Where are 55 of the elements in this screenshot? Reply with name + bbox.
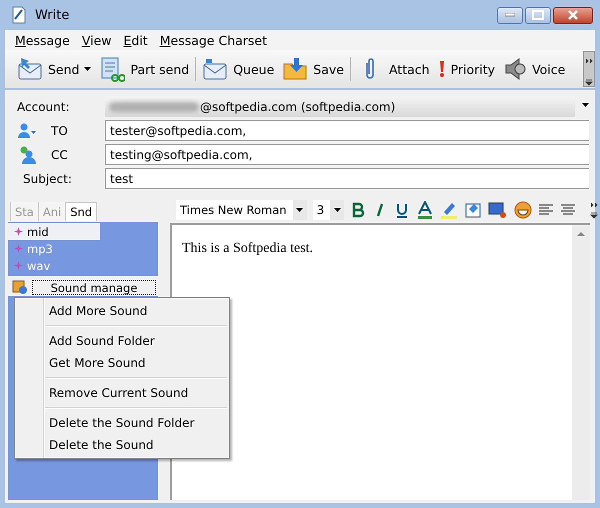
to-field[interactable]: tester@softpedia.com, [105, 120, 589, 141]
toolbar-overflow-button[interactable] [583, 51, 595, 87]
menu-item[interactable]: View [76, 32, 118, 48]
minimize-button[interactable] [497, 6, 523, 24]
field-label: Subject: [23, 172, 72, 186]
toolbar-button[interactable]: Priority [434, 52, 500, 86]
toolbar-button[interactable]: Send [13, 52, 96, 86]
overflow-arrows-icon [584, 56, 594, 86]
monitor-icon[interactable] [488, 201, 508, 219]
folder-arrow-icon [282, 56, 308, 82]
toolbar-button[interactable]: Part send [95, 52, 194, 86]
maximize-icon [532, 10, 544, 20]
minimize-icon [505, 13, 515, 17]
scroll-up-icon[interactable] [577, 231, 585, 236]
vertical-scrollbar[interactable] [572, 225, 590, 500]
exclamation-icon [438, 60, 446, 78]
envelope-icon [17, 56, 43, 82]
menu-item[interactable]: Edit [117, 32, 154, 48]
toolbar-button[interactable]: Save [278, 52, 348, 86]
highlighter-icon[interactable] [440, 201, 458, 219]
close-icon [567, 10, 579, 20]
speaker-icon [503, 57, 528, 81]
sound-manage-button[interactable]: Sound manage [32, 280, 156, 294]
bold-icon[interactable] [350, 202, 366, 218]
smiley-icon[interactable] [514, 201, 532, 219]
menu-item[interactable]: Message Charset [154, 32, 274, 48]
toolbar-button[interactable]: Attach [358, 52, 434, 86]
person-icon[interactable] [17, 122, 37, 138]
message-text: This is a Softpedia test. [182, 241, 314, 257]
font-dropdown[interactable]: Times New Roman [176, 200, 307, 220]
sound-list-item[interactable]: mid [8, 223, 100, 240]
paint-bucket-icon[interactable] [464, 201, 482, 219]
size-dropdown[interactable]: 3 [312, 200, 344, 220]
window-title: Write [35, 8, 70, 22]
field-label: Account: [17, 100, 70, 114]
align-left-icon[interactable] [538, 203, 554, 217]
toolbar-button[interactable]: Voice [499, 52, 570, 86]
sound-folder-icon [12, 279, 28, 295]
field-label: TO [51, 124, 68, 138]
font-color-icon[interactable] [416, 201, 434, 219]
document-icon [11, 6, 27, 24]
panel-tab[interactable]: Snd [65, 202, 98, 221]
envelope-icon [202, 56, 228, 82]
maximize-button[interactable] [525, 6, 551, 24]
subject-field[interactable]: test [105, 168, 589, 189]
caret-icon [296, 208, 304, 212]
caret-icon [582, 103, 589, 107]
toolbar-button[interactable]: Queue [198, 52, 278, 86]
field-label: CC [51, 148, 68, 162]
caret-icon [334, 208, 341, 212]
menu-item[interactable]: Message [9, 32, 76, 48]
align-center-icon[interactable] [560, 203, 576, 217]
cc-field[interactable]: testing@softpedia.com, [105, 144, 589, 165]
close-button[interactable] [553, 6, 593, 24]
toolbar-overflow-icon[interactable] [590, 201, 598, 219]
